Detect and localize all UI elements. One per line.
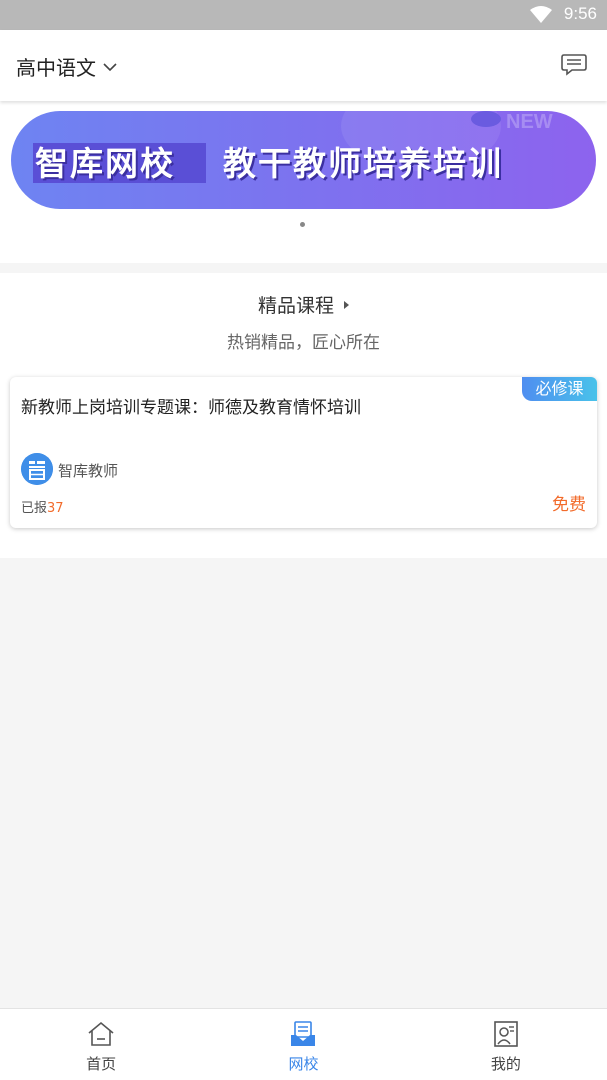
profile-icon [494,1021,518,1047]
banner-watermark: NEW [506,111,553,133]
featured-courses-section: 精品课程 热销精品，匠心所在 必修课 新教师上岗培训专题课：师德及教育情怀培训 … [0,273,607,558]
nav-label-home: 首页 [86,1055,117,1073]
home-icon [88,1021,114,1046]
status-bar: 9:56 [0,0,607,30]
chevron-down-icon [103,62,117,71]
enrolled-number: 37 [47,501,64,516]
section-title[interactable]: 精品课程 [0,291,607,318]
zhiku-logo-icon [21,453,53,485]
wifi-icon [530,6,552,23]
nav-item-home[interactable]: 首页 [0,1009,202,1080]
nav-label-school: 网校 [288,1055,319,1073]
message-icon[interactable] [561,53,587,77]
banner-decoration [471,111,501,127]
section-subtitle: 热销精品，匠心所在 [227,333,380,353]
nav-label-profile: 我的 [490,1055,521,1073]
school-icon [291,1021,316,1046]
course-title: 新教师上岗培训专题课：师德及教育情怀培训 [21,398,361,418]
course-price: 免费 [552,495,586,515]
subject-selector[interactable]: 高中语文 [16,52,118,81]
carousel-indicator [300,222,305,227]
banner-title-right: 教干教师培养培训 [223,144,503,183]
banner-title-left: 智库网校 [35,144,175,183]
banner-section: NEW 智库网校 教干教师培养培训 [0,101,607,263]
clock: 9:56 [563,4,597,23]
arrow-right-icon [344,301,349,309]
section-title-label: 精品课程 [257,295,334,317]
enrolled-label: 已报 [21,501,48,516]
nav-item-profile[interactable]: 我的 [405,1009,607,1080]
banner-carousel[interactable]: NEW 智库网校 教干教师培养培训 [11,111,596,209]
subject-label: 高中语文 [16,56,96,80]
bottom-nav: 首页 网校 我的 [0,1008,607,1080]
course-author: 智库教师 [58,462,119,480]
top-bar: 高中语文 [0,30,607,101]
required-badge: 必修课 [522,377,597,401]
course-card[interactable]: 必修课 新教师上岗培训专题课：师德及教育情怀培训 智库教师 已报37 免费 [10,377,597,528]
enrolled-count: 已报37 [21,497,64,516]
nav-item-school[interactable]: 网校 [202,1009,404,1080]
